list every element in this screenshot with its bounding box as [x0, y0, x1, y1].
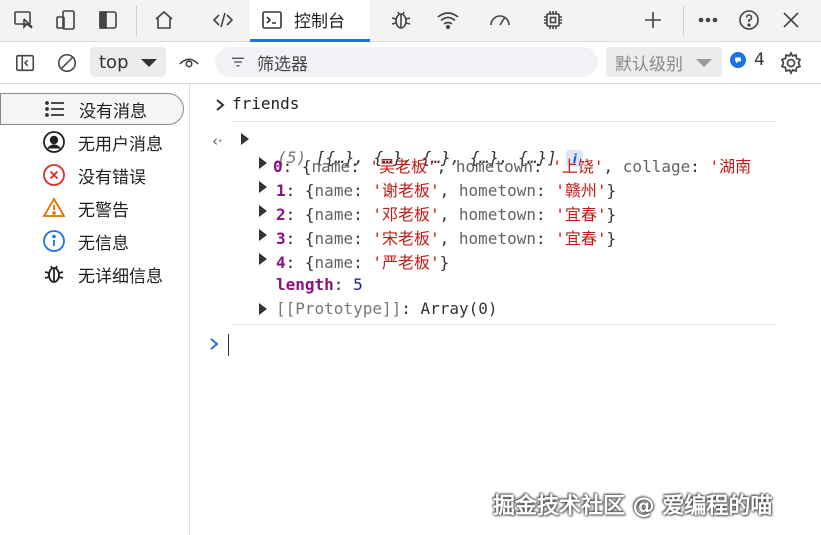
issues-message-icon	[730, 52, 746, 68]
settings-gear-icon[interactable]	[778, 50, 804, 76]
performance-gauge-icon[interactable]	[484, 4, 516, 36]
input-chevron-icon	[213, 97, 227, 116]
user-icon	[40, 128, 68, 156]
sidebar-item-label: 没有消息	[79, 101, 147, 122]
sidebar-item-label: 无用户消息	[78, 134, 163, 155]
inspect-element-icon[interactable]	[8, 4, 40, 36]
array-length: length: 5	[276, 275, 363, 294]
console-icon	[262, 10, 282, 29]
sidebar-item-warnings[interactable]: 无警告	[0, 192, 184, 224]
result-return-icon: ‹·	[212, 132, 223, 150]
bug-icon	[40, 260, 68, 288]
clear-console-icon[interactable]	[54, 50, 80, 76]
sidebar-item-label: 无详细信息	[78, 266, 163, 287]
sidebar-item-messages[interactable]: 没有消息	[0, 93, 184, 125]
expand-triangle-icon[interactable]	[259, 229, 267, 241]
filter-placeholder: 筛选器	[257, 54, 308, 75]
array-entry-3[interactable]: 3: {name: '宋老板', hometown: '宜春'}	[276, 225, 616, 249]
tab-console-label: 控制台	[294, 12, 345, 32]
expand-triangle-icon[interactable]	[259, 303, 267, 315]
devtools-tabbar: 控制台	[0, 0, 821, 42]
network-wifi-icon[interactable]	[432, 4, 464, 36]
error-icon	[40, 161, 68, 189]
tab-separator	[683, 6, 684, 36]
info-icon	[40, 227, 68, 255]
elements-tab-icon[interactable]	[207, 4, 239, 36]
log-level-value: 默认级别	[615, 54, 683, 75]
expand-triangle-icon[interactable]	[241, 133, 249, 145]
console-input-cursor[interactable]	[228, 334, 229, 356]
expand-triangle-icon[interactable]	[259, 253, 267, 265]
array-entry-4[interactable]: 4: {name: '严老板'}	[276, 249, 449, 273]
console-sidebar: 没有消息 无用户消息 没有错误 无警告 无信息 无详细信息	[0, 84, 190, 535]
array-entry-2[interactable]: 2: {name: '邓老板', hometown: '宜春'}	[276, 201, 616, 225]
welcome-home-icon[interactable]	[148, 4, 180, 36]
sidebar-item-label: 无警告	[78, 200, 129, 221]
issues-count: 4	[754, 50, 765, 70]
add-tab-plus-icon[interactable]	[637, 4, 669, 36]
divider	[232, 324, 776, 325]
close-icon[interactable]	[775, 4, 807, 36]
memory-chip-icon[interactable]	[537, 4, 569, 36]
tab-console[interactable]: 控制台	[250, 0, 370, 42]
chevron-down-icon	[696, 59, 712, 67]
show-sidebar-icon[interactable]	[12, 50, 38, 76]
context-selector[interactable]: top	[90, 47, 166, 77]
live-expression-eye-icon[interactable]	[176, 50, 202, 76]
log-level-selector[interactable]: 默认级别	[606, 47, 722, 77]
expand-triangle-icon[interactable]	[259, 157, 267, 169]
list-icon	[41, 95, 69, 123]
sources-bug-icon[interactable]	[385, 4, 417, 36]
divider	[232, 121, 776, 122]
sidebar-item-verbose[interactable]: 无详细信息	[0, 258, 184, 290]
array-entry-0[interactable]: 0: {name: '吴老板', hometown: '上饶', collage…	[273, 153, 780, 177]
device-emulation-icon[interactable]	[50, 4, 82, 36]
prompt-chevron-icon	[208, 336, 220, 356]
console-input-command: friends	[232, 94, 300, 113]
warning-icon	[40, 194, 68, 222]
sidebar-item-label: 没有错误	[78, 167, 146, 188]
issues-counter[interactable]: 4	[730, 50, 765, 70]
expand-triangle-icon[interactable]	[259, 181, 267, 193]
filter-icon	[232, 57, 244, 67]
context-selector-value: top	[99, 51, 129, 73]
array-entry-1[interactable]: 1: {name: '谢老板', hometown: '赣州'}	[276, 177, 616, 201]
watermark: 掘金技术社区 @ 爱编程的喵	[493, 494, 773, 519]
help-question-icon[interactable]	[733, 4, 765, 36]
sidebar-item-errors[interactable]: 没有错误	[0, 159, 184, 191]
tab-separator	[136, 6, 137, 36]
expand-triangle-icon[interactable]	[259, 205, 267, 217]
sidebar-item-label: 无信息	[78, 233, 129, 254]
more-options-icon[interactable]	[692, 4, 724, 36]
array-prototype[interactable]: [[Prototype]]: Array(0)	[276, 299, 498, 318]
sidebar-item-user-messages[interactable]: 无用户消息	[0, 126, 184, 158]
chevron-down-icon	[141, 59, 157, 67]
sidebar-item-info[interactable]: 无信息	[0, 225, 184, 257]
filter-input[interactable]: 筛选器	[215, 47, 598, 77]
sidebar-toggle-icon[interactable]	[92, 4, 124, 36]
